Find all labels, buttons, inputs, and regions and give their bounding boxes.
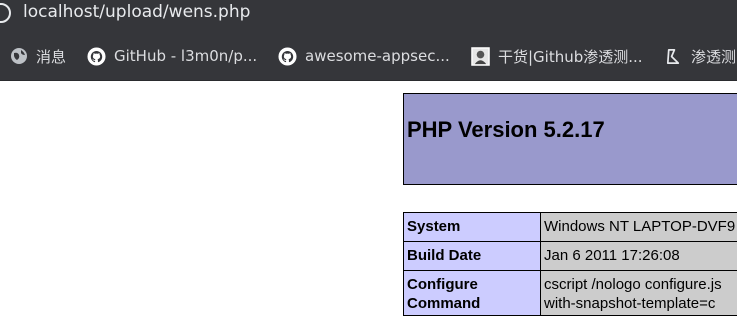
bookmark-item-messages[interactable]: 消息	[10, 45, 66, 67]
row-key: Build Date	[404, 242, 541, 271]
bookmark-label: GitHub - l3m0n/p...	[114, 47, 257, 65]
row-key: Configure Command	[404, 271, 541, 316]
row-value: Jan 6 2011 17:26:08	[541, 242, 737, 271]
site-info-icon[interactable]	[0, 3, 11, 23]
bookmark-item-github-l3m0n[interactable]: GitHub - l3m0n/p...	[87, 45, 257, 67]
github-icon	[278, 47, 297, 66]
page-title: PHP Version 5.2.17	[407, 117, 605, 143]
value-line: with-snapshot-template=c	[544, 294, 737, 313]
bookmark-icon	[664, 47, 683, 66]
bookmarks-bar: 消息 GitHub - l3m0n/p... awesome-appsec...…	[0, 31, 737, 81]
portrait-icon	[471, 47, 490, 66]
table-row: Build Date Jan 6 2011 17:26:08	[404, 242, 737, 271]
row-value: cscript /nologo configure.js with-snapsh…	[541, 271, 737, 316]
globe-icon	[10, 47, 28, 65]
github-icon	[87, 47, 106, 66]
bookmark-item-awesome-appsec[interactable]: awesome-appsec...	[278, 45, 450, 67]
value-line: cscript /nologo configure.js	[544, 275, 737, 294]
phpinfo-table: System Windows NT LAPTOP-DVF9 Build Date…	[403, 212, 737, 316]
bookmark-label: 消息	[36, 46, 66, 67]
table-row: Configure Command cscript /nologo config…	[404, 271, 737, 316]
row-value: Windows NT LAPTOP-DVF9	[541, 213, 737, 242]
bookmark-item-github-pentest[interactable]: 干货|Github渗透测...	[471, 45, 643, 67]
bookmark-label: 干货|Github渗透测...	[498, 46, 643, 67]
table-row: System Windows NT LAPTOP-DVF9	[404, 213, 737, 242]
php-version-header: PHP Version 5.2.17	[403, 93, 737, 185]
bookmark-item-pentest[interactable]: 渗透测	[664, 45, 736, 67]
row-key: System	[404, 213, 541, 242]
bookmark-label: awesome-appsec...	[305, 47, 450, 65]
bookmark-label: 渗透测	[691, 46, 736, 67]
url-text[interactable]: localhost/upload/wens.php	[23, 0, 250, 24]
address-bar[interactable]: localhost/upload/wens.php	[0, 0, 737, 31]
